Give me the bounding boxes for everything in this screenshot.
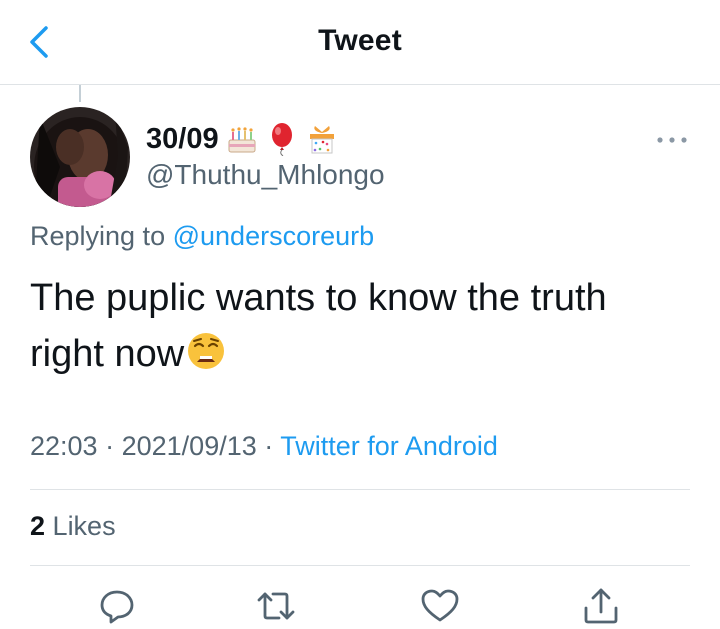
replying-to-mention[interactable]: @underscoreurb <box>173 221 375 251</box>
meta-separator: · <box>264 431 274 461</box>
reply-button[interactable] <box>97 586 137 626</box>
tweet-source-link[interactable]: Twitter for Android <box>280 431 498 461</box>
more-options-button[interactable] <box>652 128 692 152</box>
tweet-body: The puplic wants to know the truth right… <box>30 277 607 375</box>
display-name-text: 30/09 <box>146 122 219 155</box>
share-button[interactable] <box>581 586 621 626</box>
divider <box>30 565 690 566</box>
top-bar: Tweet <box>0 0 720 85</box>
tweet-time: 22:03 <box>30 431 98 461</box>
avatar-photo <box>30 107 130 207</box>
retweet-icon <box>257 592 295 620</box>
like-button[interactable] <box>420 586 460 626</box>
wrapped-gift-emoji <box>309 126 334 154</box>
divider <box>30 489 690 490</box>
replying-to-label: Replying to <box>30 221 166 251</box>
replying-to: Replying to @underscoreurb <box>30 221 374 252</box>
likes-label: Likes <box>52 511 116 541</box>
reply-icon <box>100 590 134 624</box>
weary-face-emoji <box>188 333 225 369</box>
tweet-text: The puplic wants to know the truth right… <box>30 270 690 382</box>
display-name[interactable]: 30/09 <box>146 122 339 156</box>
birthday-cake-emoji <box>228 127 256 153</box>
retweet-button[interactable] <box>256 586 296 626</box>
tweet-date: 2021/09/13 <box>121 431 257 461</box>
likes-number: 2 <box>30 511 46 541</box>
tweet-detail-screen: Tweet 30/09 @Thuthu_Mhlongo Replying to … <box>0 0 720 629</box>
balloon-emoji <box>271 123 292 156</box>
ellipsis-icon <box>657 137 687 143</box>
likes-count[interactable]: 2 Likes <box>30 511 116 542</box>
share-icon <box>584 588 618 624</box>
like-icon <box>421 589 459 622</box>
thread-connector-line <box>79 85 81 102</box>
page-title: Tweet <box>318 24 402 57</box>
meta-separator: · <box>105 431 115 461</box>
avatar[interactable] <box>30 107 130 207</box>
action-bar <box>0 586 720 626</box>
tweet-meta: 22:03 · 2021/09/13 · Twitter for Android <box>30 431 498 462</box>
username[interactable]: @Thuthu_Mhlongo <box>146 159 385 191</box>
